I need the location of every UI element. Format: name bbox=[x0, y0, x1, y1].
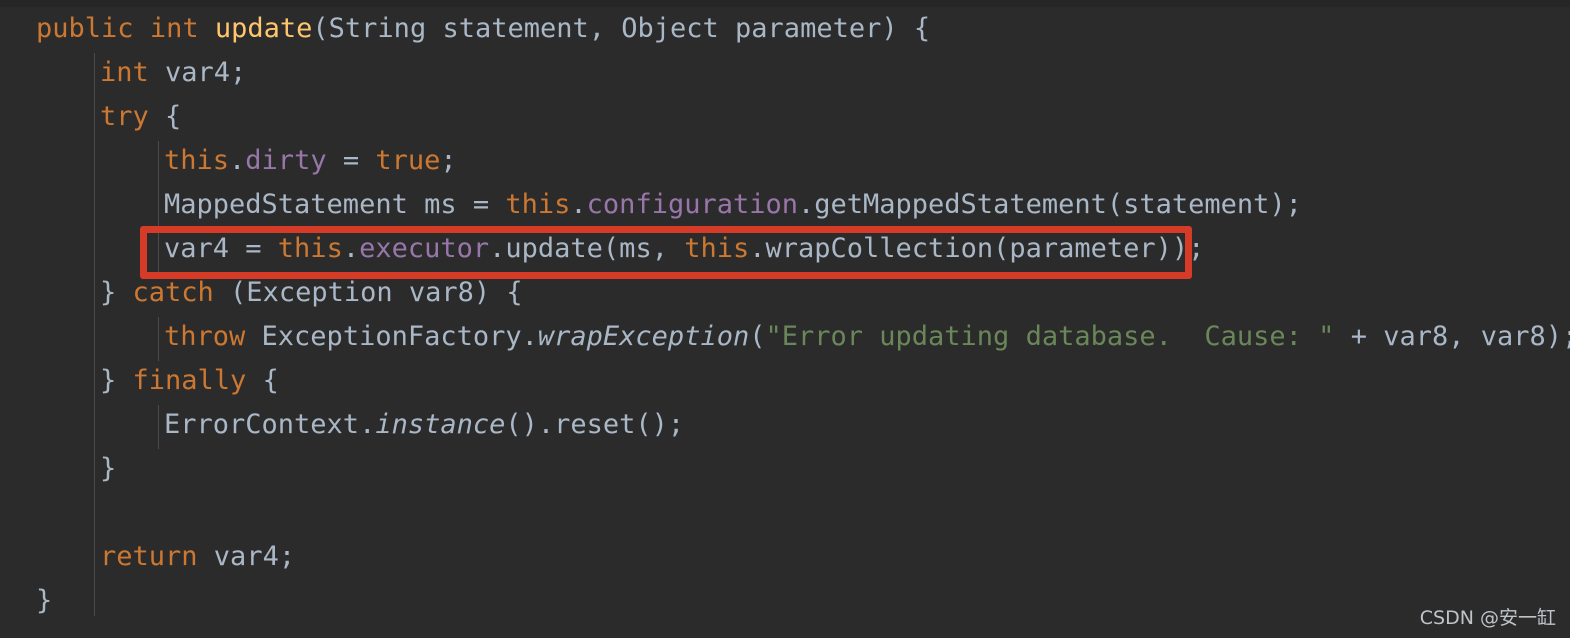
code-line[interactable]: throw ExceptionFactory.wrapException("Er… bbox=[0, 315, 1570, 359]
code-token: ; bbox=[1188, 233, 1205, 264]
code-line[interactable] bbox=[0, 491, 1570, 535]
csdn-watermark: CSDN @安一缸 bbox=[1419, 607, 1556, 629]
code-token: true bbox=[375, 145, 441, 176]
code-token: int bbox=[100, 57, 149, 88]
code-token: MappedStatement ms = bbox=[164, 189, 506, 220]
code-token: .update(ms, bbox=[489, 233, 685, 264]
code-token: try bbox=[100, 101, 149, 132]
code-token: = bbox=[326, 145, 376, 176]
code-token: { bbox=[148, 101, 182, 132]
editor-top-strip bbox=[0, 0, 1570, 7]
code-content[interactable]: public int update(String statement, Obje… bbox=[0, 7, 1570, 623]
code-token: ExceptionFactory. bbox=[245, 321, 538, 352]
code-token: var4 = bbox=[164, 233, 278, 264]
code-line[interactable]: } bbox=[0, 579, 1570, 623]
code-token: { bbox=[246, 365, 279, 396]
code-token: ; bbox=[440, 145, 457, 176]
code-token: } bbox=[36, 585, 53, 616]
code-token: configuration bbox=[586, 189, 798, 220]
code-token: ().reset(); bbox=[505, 409, 685, 440]
code-token: wrapException bbox=[537, 321, 750, 352]
code-token: ErrorContext. bbox=[164, 409, 376, 440]
code-token: . bbox=[342, 233, 360, 264]
code-token: this bbox=[684, 233, 750, 264]
code-token: .getMappedStatement(statement); bbox=[798, 189, 1302, 220]
code-token: } bbox=[100, 453, 117, 484]
code-token: this bbox=[277, 233, 343, 264]
code-line[interactable]: try { bbox=[0, 95, 1570, 139]
code-token: executor bbox=[359, 233, 490, 264]
code-token: (Exception var8) { bbox=[213, 277, 523, 308]
code-token: dirty bbox=[245, 145, 327, 176]
code-token: update bbox=[214, 13, 313, 44]
code-token: int bbox=[149, 13, 199, 44]
code-token: } bbox=[100, 277, 133, 308]
code-token: public bbox=[36, 13, 134, 44]
code-line[interactable]: } catch (Exception var8) { bbox=[0, 271, 1570, 315]
code-line[interactable]: int var4; bbox=[0, 51, 1570, 95]
code-line[interactable]: } bbox=[0, 447, 1570, 491]
code-line[interactable]: ErrorContext.instance().reset(); bbox=[0, 403, 1570, 447]
code-token: (String statement, Object parameter) { bbox=[312, 13, 931, 44]
code-token: . bbox=[570, 189, 587, 220]
code-token: } bbox=[100, 365, 133, 396]
code-token: return bbox=[100, 541, 198, 572]
code-token: var4; bbox=[148, 57, 247, 88]
code-editor-screenshot: public int update(String statement, Obje… bbox=[0, 0, 1570, 638]
code-token: ( bbox=[749, 321, 766, 352]
code-line[interactable]: this.dirty = true; bbox=[0, 139, 1570, 183]
code-line[interactable]: public int update(String statement, Obje… bbox=[0, 7, 1570, 51]
code-token: instance bbox=[375, 409, 506, 440]
code-token: this bbox=[164, 145, 230, 176]
code-line[interactable]: } finally { bbox=[0, 359, 1570, 403]
code-line[interactable]: var4 = this.executor.update(ms, this.wra… bbox=[0, 227, 1570, 271]
code-token: finally bbox=[132, 365, 247, 396]
code-token: . bbox=[229, 145, 246, 176]
code-token: .wrapCollection(parameter)) bbox=[749, 233, 1189, 264]
code-token: "Error updating database. Cause: " bbox=[765, 321, 1335, 352]
code-token: this bbox=[505, 189, 571, 220]
code-line[interactable]: return var4; bbox=[0, 535, 1570, 579]
code-token: + var8, var8); bbox=[1334, 321, 1570, 352]
code-token: var4; bbox=[197, 541, 296, 572]
code-token: catch bbox=[132, 277, 214, 308]
code-line[interactable]: MappedStatement ms = this.configuration.… bbox=[0, 183, 1570, 227]
code-token: throw bbox=[164, 321, 246, 352]
